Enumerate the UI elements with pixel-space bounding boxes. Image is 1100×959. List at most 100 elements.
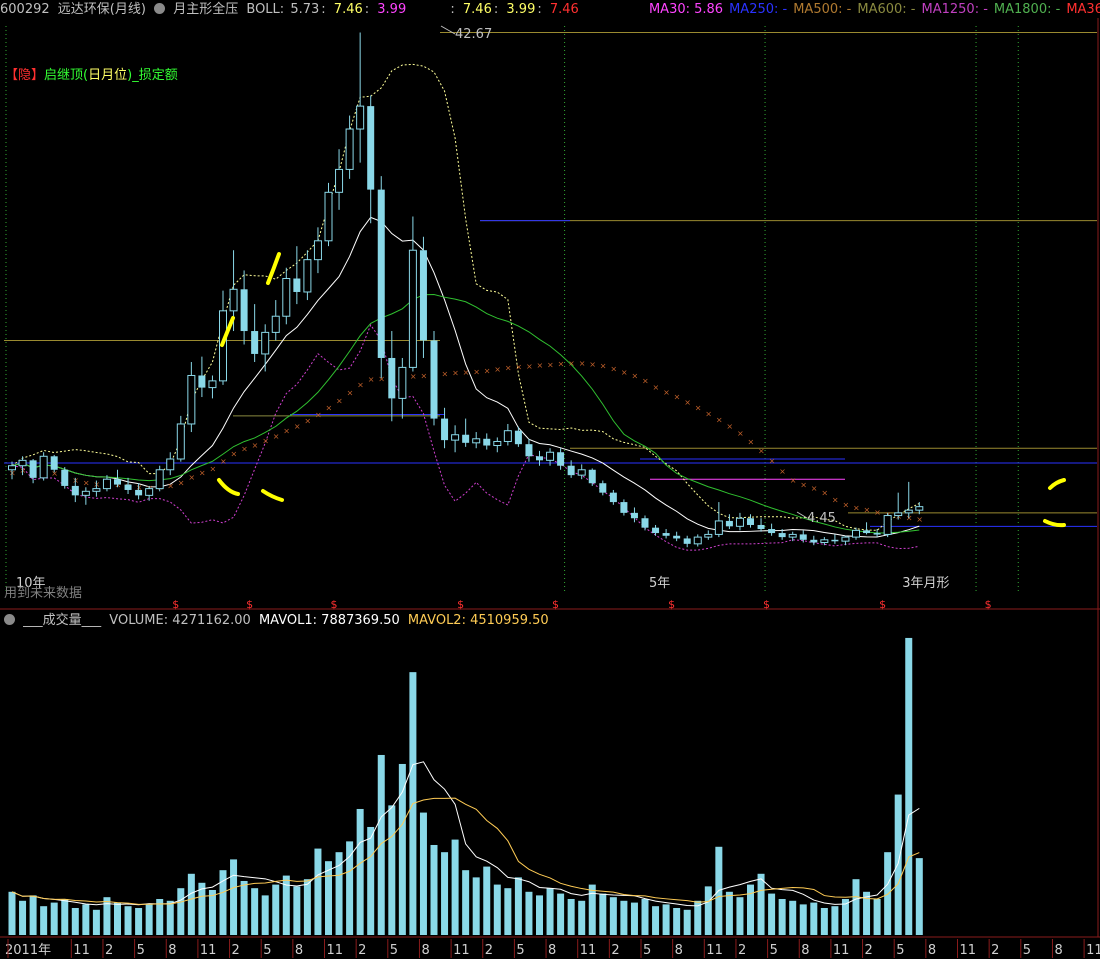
candle: [609, 489, 617, 505]
volume-bar: [356, 808, 364, 935]
cross-marker: ×: [231, 450, 238, 459]
x-axis-label: 5: [263, 943, 271, 958]
x-axis-label: 2: [865, 943, 873, 958]
volume-bar: [388, 805, 396, 935]
volume-bar: [367, 826, 375, 935]
volume-bar: [599, 893, 607, 935]
candle-body-down: [810, 539, 818, 543]
candle-body-down: [557, 452, 565, 466]
candle-body-up: [261, 331, 270, 355]
candle-body-down: [831, 539, 839, 542]
cross-marker: ×: [537, 361, 544, 370]
candle: [503, 423, 512, 446]
volume-bar: [557, 893, 565, 935]
x-axis-label: 11: [1086, 943, 1100, 958]
candle-body-down: [419, 250, 427, 341]
volume-bar: [335, 852, 343, 935]
x-axis-label: 8: [801, 943, 809, 958]
candle-body-up: [39, 455, 48, 479]
candle: [863, 522, 871, 535]
volume-bar: [852, 879, 860, 935]
candle: [894, 492, 903, 520]
candle-body-down: [71, 485, 79, 496]
cross-marker: ×: [642, 377, 649, 386]
candle-body-up: [313, 240, 322, 261]
cross-marker: ×: [199, 469, 206, 478]
volume-bar: [451, 839, 459, 935]
candle: [430, 331, 438, 426]
volume-bar: [546, 888, 554, 935]
candle: [166, 452, 175, 476]
volume-bar: [82, 904, 90, 935]
candle: [124, 477, 132, 495]
candle-body-down: [599, 483, 607, 493]
candle: [788, 531, 797, 542]
volume-bar: [662, 904, 670, 935]
volume-bar: [208, 889, 216, 935]
candle: [408, 216, 417, 372]
x-axis-label: 5: [516, 943, 524, 958]
dollar-marker: $: [457, 598, 464, 611]
volume-bar: [114, 902, 121, 935]
x-axis-label: 5: [896, 943, 904, 958]
candle-body-up: [904, 509, 913, 514]
volume-bar: [504, 888, 512, 935]
volume-bar: [588, 884, 596, 935]
cross-marker: ×: [452, 369, 459, 378]
cross-marker: ×: [463, 368, 470, 377]
cross-marker: ×: [790, 476, 797, 485]
x-axis-label: 2: [105, 943, 113, 958]
volume-bar: [166, 900, 174, 935]
candle-body-down: [863, 530, 871, 534]
volume-bar: [757, 873, 765, 935]
candle: [768, 523, 776, 536]
cross-marker: ×: [315, 411, 322, 420]
volume-bar: [377, 754, 385, 935]
cross-marker: ×: [347, 388, 354, 397]
x-axis-label: 8: [675, 943, 683, 958]
candle-body-up: [345, 128, 354, 170]
candle-body-down: [536, 456, 543, 461]
volume-bar: [145, 904, 153, 935]
candle-body-down: [441, 418, 449, 441]
cross-marker: ×: [600, 362, 607, 371]
candle: [652, 524, 660, 536]
x-axis-label: 5: [390, 943, 398, 958]
future-data-note: 用到未来数据: [4, 586, 82, 601]
candle: [251, 304, 259, 363]
x-axis-label: 11: [833, 943, 850, 958]
candle-body-up: [735, 517, 744, 527]
cross-marker: ×: [769, 456, 776, 465]
candle-body-down: [757, 524, 765, 530]
candle-body-up: [503, 430, 512, 442]
candle-body-down: [620, 502, 628, 513]
volume-bar: [29, 895, 37, 935]
volume-bar: [325, 861, 332, 935]
candle: [620, 499, 628, 516]
candle-body-down: [641, 518, 649, 528]
candle: [852, 527, 860, 540]
volume-bar: [40, 906, 48, 935]
candle-body-up: [820, 539, 829, 543]
candle-body-up: [92, 488, 101, 492]
volume-bar: [177, 888, 185, 935]
candle-body-down: [747, 518, 754, 525]
candle-body-down: [462, 434, 470, 443]
x-axis-label: 2: [232, 943, 240, 958]
candle-body-up: [324, 191, 333, 242]
candle: [493, 437, 502, 453]
cross-marker: ×: [494, 365, 501, 374]
x-axis-label: 2011年: [5, 943, 51, 958]
candle-body-down: [50, 456, 58, 470]
volume-bar: [536, 895, 543, 935]
volume-bar: [525, 891, 533, 935]
volume-bar: [915, 858, 923, 935]
cross-marker: ×: [674, 393, 681, 402]
volume-bar: [820, 907, 828, 935]
volume-bar: [124, 906, 132, 935]
candle: [451, 425, 460, 453]
cross-marker: ×: [853, 503, 860, 512]
volume-bar: [768, 893, 776, 935]
candle: [198, 356, 206, 398]
stock-chart[interactable]: ×× × ×× × ×××× × ××××××××××× × × × × × × × × × × × × × × × × × ×…: [0, 0, 1100, 959]
